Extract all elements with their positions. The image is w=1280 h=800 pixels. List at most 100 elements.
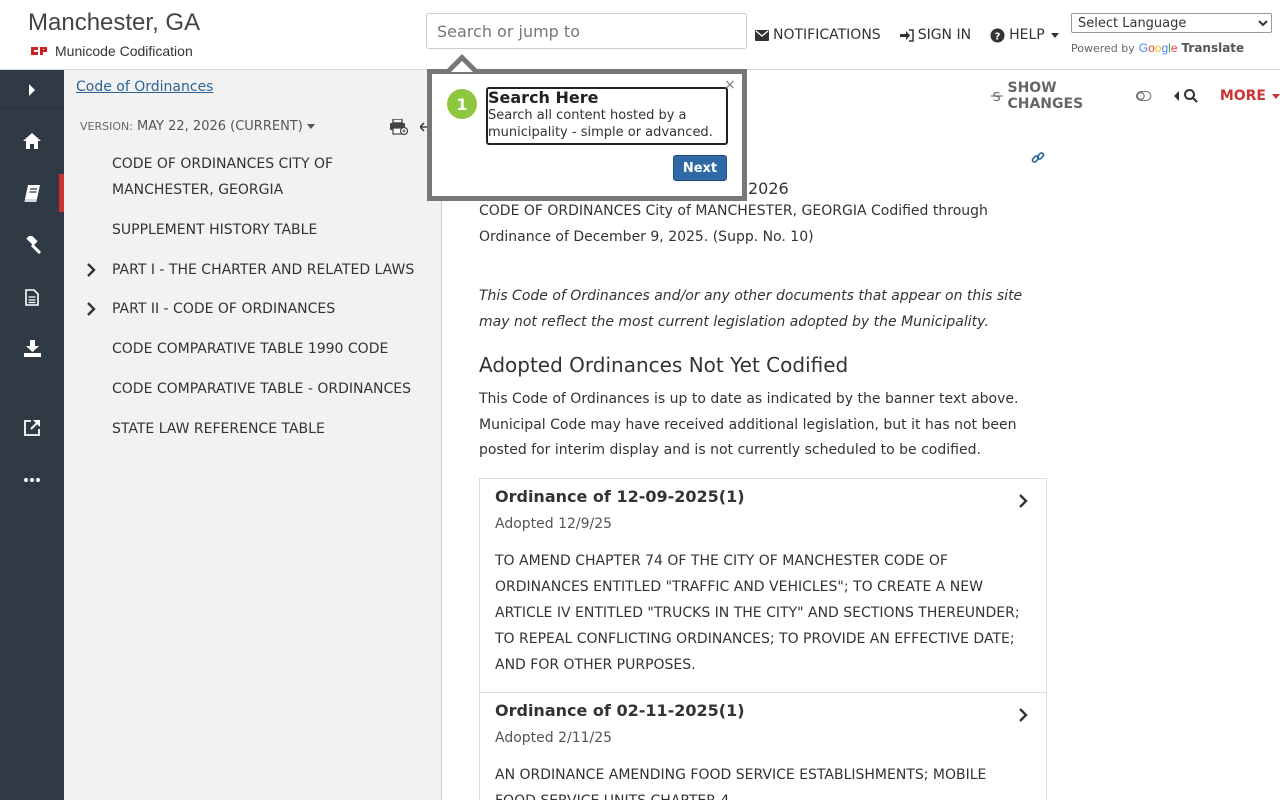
more-label: MORE [1219, 88, 1266, 104]
external-link-icon [24, 420, 40, 436]
toc-item-label: SUPPLEMENT HISTORY TABLE [112, 222, 318, 238]
svg-text:?: ? [995, 31, 1001, 42]
rail-documents-button[interactable] [0, 279, 64, 315]
rail-download-button[interactable] [0, 330, 64, 366]
help-caret-icon [1050, 32, 1059, 38]
search-within-button[interactable] [1173, 89, 1198, 103]
tour-popover-arrow-inner [451, 61, 473, 72]
book-icon [24, 184, 40, 202]
toc-item-label: STATE LAW REFERENCE TABLE [112, 421, 325, 437]
toc-item[interactable]: PART I - THE CHARTER AND RELATED LAWS [64, 257, 442, 283]
municode-brand[interactable]: Municode Codification [29, 43, 193, 59]
rail-more-button[interactable] [0, 462, 64, 498]
left-rail [0, 70, 64, 800]
tour-next-button[interactable]: Next [673, 155, 727, 181]
help-label: HELP [1009, 27, 1045, 43]
chevron-right-icon[interactable] [1018, 707, 1028, 722]
envelope-icon [755, 29, 769, 41]
version-selector[interactable]: VERSION: MAY 22, 2026 (CURRENT) [80, 119, 315, 134]
tour-close-button[interactable]: × [724, 77, 736, 93]
municode-logo-icon [31, 47, 47, 55]
chevron-right-icon [29, 84, 35, 96]
tour-content: Search Here Search all content hosted by… [486, 87, 728, 145]
municode-subtitle: Municode Codification [55, 43, 193, 59]
google-translate-attribution: Powered by Google Translate [1071, 41, 1244, 55]
adopted-intro: This Code of Ordinances is up to date as… [479, 391, 1019, 458]
download-icon [23, 339, 41, 357]
toc-tools [390, 119, 432, 135]
rail-divider [0, 108, 64, 109]
ordinance-list: Ordinance of 12-09-2025(1) Adopted 12/9/… [479, 477, 1047, 800]
version-value: MAY 22, 2026 (CURRENT) [136, 119, 303, 134]
rail-ordinances-button[interactable] [0, 227, 64, 263]
document-date-fragment: 2026 [748, 179, 789, 198]
toc-item-label: CODE COMPARATIVE TABLE 1990 CODE [112, 341, 389, 357]
help-menu[interactable]: ? HELP [990, 25, 1059, 45]
strikethrough-icon: S [990, 89, 1003, 103]
question-circle-icon: ? [990, 28, 1005, 42]
chevron-right-icon[interactable] [86, 263, 96, 277]
sign-in-link[interactable]: SIGN IN [899, 25, 972, 45]
ordinance-adopted-date: Adopted 2/11/25 [495, 729, 613, 746]
toc-item[interactable]: SUPPLEMENT HISTORY TABLE [64, 217, 442, 243]
chevron-right-icon[interactable] [86, 302, 96, 316]
link-icon[interactable] [1031, 151, 1045, 165]
header-nav: NOTIFICATIONS SIGN IN ? HELP [755, 25, 1078, 45]
disclaimer-text: This Code of Ordinances and/or any other… [479, 288, 1023, 330]
chevron-right-icon[interactable] [1018, 493, 1028, 508]
toc-item-label: CODE COMPARATIVE TABLE - ORDINANCES [112, 381, 412, 397]
sign-in-icon [899, 28, 914, 42]
tour-title: Search Here [488, 88, 599, 107]
ordinance-item[interactable]: Ordinance of 02-11-2025(1) Adopted 2/11/… [480, 693, 1046, 800]
ordinance-description: TO AMEND CHAPTER 74 OF THE CITY OF MANCH… [495, 552, 1020, 673]
ellipsis-icon [24, 478, 40, 482]
municipality-title[interactable]: Manchester, GA [28, 9, 200, 37]
toc-item[interactable]: CODE COMPARATIVE TABLE 1990 CODE [64, 336, 442, 362]
notifications-link[interactable]: NOTIFICATIONS [755, 25, 881, 45]
language-select[interactable]: Select Language [1071, 13, 1272, 33]
more-caret-icon [1272, 93, 1280, 99]
toc-item-label: CODE OF ORDINANCES CITY OF MANCHESTER, G… [112, 156, 334, 198]
home-icon [23, 133, 41, 149]
sign-in-label: SIGN IN [917, 27, 972, 43]
toc-item[interactable]: CODE COMPARATIVE TABLE - ORDINANCES [64, 376, 442, 402]
tour-step-badge: 1 [447, 89, 477, 119]
rail-external-link-button[interactable] [0, 410, 64, 446]
document-icon [25, 288, 39, 306]
ordinance-description: AN ORDINANCE AMENDING FOOD SERVICE ESTAB… [495, 766, 987, 800]
more-menu[interactable]: MORE [1220, 88, 1280, 104]
toggle-off-icon [1136, 91, 1152, 101]
toc-list: CODE OF ORDINANCES CITY OF MANCHESTER, G… [64, 150, 442, 442]
toc-item[interactable]: CODE OF ORDINANCES CITY OF MANCHESTER, G… [64, 150, 442, 203]
rail-expand-button[interactable] [0, 72, 64, 108]
content-toolbar: S SHOW CHANGES MORE [990, 80, 1280, 112]
caret-left-icon [1173, 91, 1179, 101]
ordinance-title[interactable]: Ordinance of 02-11-2025(1) [495, 701, 1031, 720]
print-icon[interactable] [390, 119, 408, 135]
gavel-icon [26, 236, 41, 254]
rail-home-button[interactable] [0, 123, 64, 159]
search-icon [1183, 89, 1198, 103]
notifications-label: NOTIFICATIONS [773, 27, 881, 43]
ordinance-item[interactable]: Ordinance of 12-09-2025(1) Adopted 12/9/… [480, 479, 1046, 693]
main-content: CODE OF ORDINANCES City of MANCHESTER, G… [479, 198, 1047, 800]
tour-description: Search all content hosted by a municipal… [488, 108, 713, 140]
translate-label: Translate [1181, 41, 1245, 55]
google-logo[interactable]: Google [1139, 41, 1178, 55]
toc-item-label: PART I - THE CHARTER AND RELATED LAWS [112, 262, 415, 278]
version-caret-icon [306, 124, 315, 129]
adopted-heading: Adopted Ordinances Not Yet Codified [479, 353, 849, 377]
toc-item[interactable]: PART II - CODE OF ORDINANCES [64, 296, 442, 322]
toc-item-label: PART II - CODE OF ORDINANCES [112, 301, 336, 317]
breadcrumb-code-of-ordinances[interactable]: Code of Ordinances [76, 79, 213, 95]
version-label: VERSION: [80, 120, 133, 133]
search-input[interactable] [426, 13, 747, 49]
toc-item[interactable]: STATE LAW REFERENCE TABLE [64, 416, 442, 442]
codified-text: CODE OF ORDINANCES City of MANCHESTER, G… [479, 203, 988, 245]
ordinance-title[interactable]: Ordinance of 12-09-2025(1) [495, 487, 1031, 506]
ordinance-adopted-date: Adopted 12/9/25 [495, 515, 613, 532]
show-changes-label: SHOW CHANGES [1007, 80, 1084, 112]
show-changes-toggle[interactable]: S SHOW CHANGES [990, 80, 1152, 112]
powered-by-label: Powered by [1071, 41, 1135, 55]
rail-codes-button[interactable] [0, 175, 64, 211]
